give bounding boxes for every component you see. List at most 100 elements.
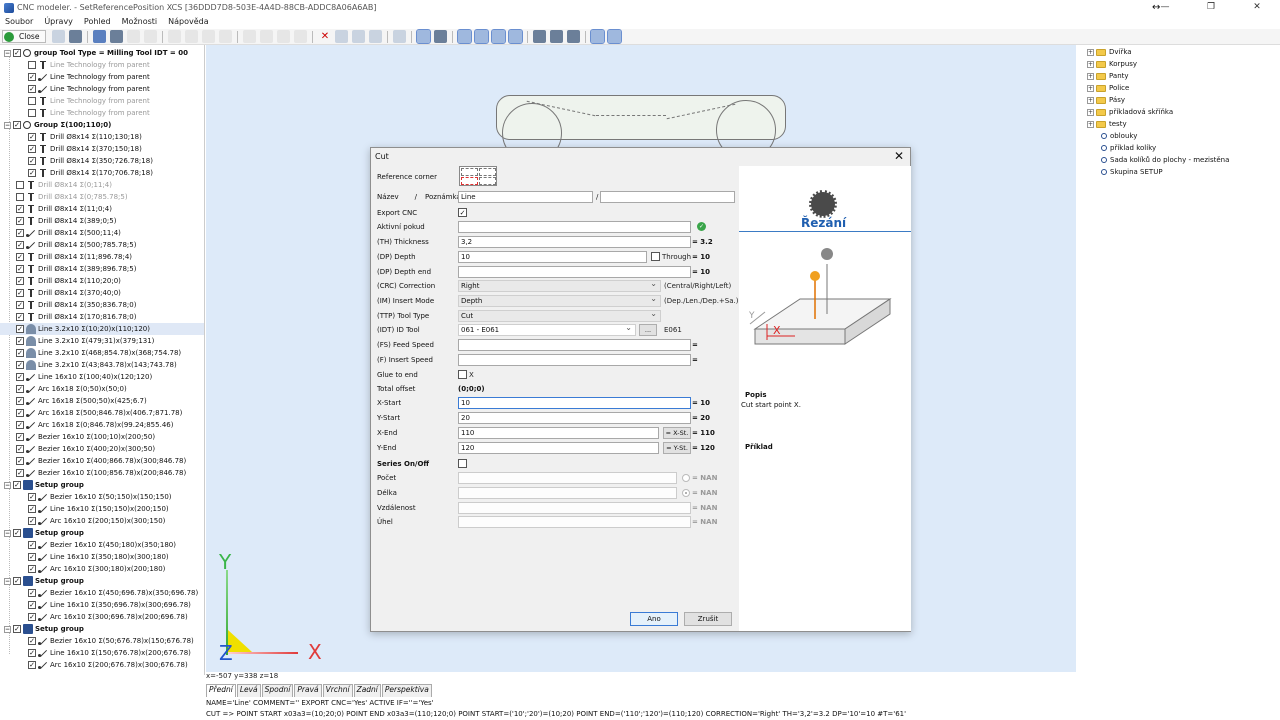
tree-item-checkbox[interactable] — [13, 625, 21, 633]
tab-predni[interactable]: Přední — [206, 684, 236, 697]
tree-item-checkbox[interactable] — [28, 517, 36, 525]
tree-item[interactable]: Arc 16x10 Σ(300;180)x(200;180) — [0, 563, 204, 575]
tree-item[interactable]: Drill Ø8x14 Σ(389;896.78;5) — [0, 263, 204, 275]
tree-item-checkbox[interactable] — [13, 121, 21, 129]
tree-item-checkbox[interactable] — [16, 325, 24, 333]
expand-collapse-icon[interactable]: − — [4, 577, 11, 585]
x-start-input[interactable]: 10 — [458, 397, 691, 409]
length-input[interactable] — [458, 487, 677, 499]
correction-select[interactable]: Right — [458, 279, 661, 292]
tree-item-checkbox[interactable] — [13, 529, 21, 537]
library-item[interactable]: Skupina SETUP — [1099, 166, 1163, 178]
depth-input[interactable]: 10 — [458, 251, 647, 263]
tree-item-checkbox[interactable] — [16, 373, 24, 381]
tab-spodni[interactable]: Spodní — [261, 684, 294, 697]
tree-item-checkbox[interactable] — [28, 145, 36, 153]
tree-item-checkbox[interactable] — [16, 385, 24, 393]
tree-group-node[interactable]: − Setup group — [0, 623, 204, 635]
tool-type-select[interactable]: Cut — [458, 309, 661, 322]
wireframe-view-icon[interactable] — [474, 29, 490, 44]
tree-item[interactable]: Drill Ø8x14 Σ(11;0;4) — [0, 203, 204, 215]
tree-item-checkbox[interactable] — [28, 553, 36, 561]
tab-leva[interactable]: Levá — [236, 684, 261, 697]
stop-icon[interactable] — [110, 30, 124, 43]
tree-item-checkbox[interactable] — [28, 661, 36, 669]
tree-item[interactable]: Line 3.2x10 Σ(468;854.78)x(368;754.78) — [0, 347, 204, 359]
count-input[interactable] — [458, 472, 677, 484]
expand-icon[interactable]: + — [1087, 72, 1094, 80]
tree-item-checkbox[interactable] — [28, 589, 36, 597]
line-tool-icon[interactable] — [185, 30, 199, 43]
expand-icon[interactable]: + — [1087, 120, 1094, 128]
tree-item[interactable]: Line 16x10 Σ(150;676.78)x(200;676.78) — [0, 647, 204, 659]
corner-quadrant[interactable] — [479, 177, 496, 185]
expand-icon[interactable]: + — [1087, 96, 1094, 104]
delete-icon[interactable]: ✕ — [318, 30, 331, 43]
expand-collapse-icon[interactable]: − — [4, 529, 11, 537]
tree-item-checkbox[interactable] — [28, 541, 36, 549]
tree-item[interactable]: Drill Ø8x14 Σ(110;20;0) — [0, 275, 204, 287]
tree-item[interactable]: Arc 16x18 Σ(500;846.78)x(406.7;871.78) — [0, 407, 204, 419]
tree-item-checkbox[interactable] — [16, 301, 24, 309]
tree-item[interactable]: Bezier 16x10 Σ(50;676.78)x(150;676.78) — [0, 635, 204, 647]
tree-item[interactable]: Arc 16x18 Σ(500;50)x(425;6.7) — [0, 395, 204, 407]
library-folder[interactable]: + Police — [1087, 82, 1129, 94]
tree-item[interactable]: Drill Ø8x14 Σ(110;130;18) — [0, 131, 204, 143]
tree-item[interactable]: Bezier 16x10 Σ(100;10)x(200;50) — [0, 431, 204, 443]
library-item[interactable]: Sada kolíků do plochy - mezistěna — [1099, 154, 1229, 166]
menu-napoveda[interactable]: Nápověda — [168, 17, 209, 26]
tree-item-checkbox[interactable] — [16, 361, 24, 369]
measure-icon[interactable] — [508, 29, 524, 44]
move-icon[interactable] — [369, 30, 383, 43]
tree-item-checkbox[interactable] — [16, 313, 24, 321]
series-checkbox[interactable] — [458, 459, 467, 468]
tree-item-checkbox[interactable] — [16, 217, 24, 225]
expand-collapse-icon[interactable]: − — [4, 49, 11, 57]
tree-item-checkbox[interactable] — [28, 565, 36, 573]
tree-item-checkbox[interactable] — [28, 601, 36, 609]
library-folder[interactable]: + Pásy — [1087, 94, 1125, 106]
tab-vrchni[interactable]: Vrchní — [322, 684, 353, 697]
library-item[interactable]: oblouky — [1099, 130, 1137, 142]
layers-icon[interactable] — [434, 30, 448, 43]
paste-icon[interactable] — [352, 30, 366, 43]
tree-group-node[interactable]: − Setup group — [0, 479, 204, 491]
tree-item[interactable]: Line 3.2x10 Σ(43;843.78)x(143;743.78) — [0, 359, 204, 371]
glue-to-end-checkbox[interactable] — [458, 370, 467, 379]
reference-corner-picker[interactable] — [459, 166, 497, 186]
cursor-icon[interactable] — [393, 30, 407, 43]
menu-pohled[interactable]: Pohled — [84, 17, 111, 26]
tree-item-checkbox[interactable] — [28, 169, 36, 177]
tab-prava[interactable]: Pravá — [294, 684, 322, 697]
tree-item[interactable]: Arc 16x10 Σ(300;696.78)x(200;696.78) — [0, 611, 204, 623]
minimize-button[interactable]: — — [1142, 0, 1188, 15]
library-folder[interactable]: + testy — [1087, 118, 1127, 130]
ok-button[interactable]: Ano — [630, 612, 678, 626]
tree-item-checkbox[interactable] — [16, 457, 24, 465]
tree-item-checkbox[interactable] — [16, 289, 24, 297]
setup-tool-icon[interactable] — [294, 30, 308, 43]
export-cnc-checkbox[interactable]: ✓ — [458, 208, 467, 217]
tab-zadni[interactable]: Zadní — [353, 684, 381, 697]
tree-item-checkbox[interactable] — [28, 73, 36, 81]
tree-item-checkbox[interactable] — [28, 505, 36, 513]
library-folder[interactable]: + Panty — [1087, 70, 1129, 82]
expand-icon[interactable]: + — [1087, 108, 1094, 116]
group-tool-icon[interactable] — [277, 30, 291, 43]
tree-item-checkbox[interactable] — [16, 409, 24, 417]
length-radio[interactable] — [682, 489, 690, 497]
note-input[interactable] — [600, 191, 735, 203]
tree-item-checkbox[interactable] — [28, 61, 36, 69]
tree-item[interactable]: Arc 16x10 Σ(200;150)x(300;150) — [0, 515, 204, 527]
corner-quadrant[interactable] — [479, 168, 496, 176]
id-tool-select[interactable]: 061 - E061 — [458, 323, 636, 336]
arc-tool-icon[interactable] — [202, 30, 216, 43]
tree-item-checkbox[interactable] — [28, 493, 36, 501]
tree-item-checkbox[interactable] — [13, 481, 21, 489]
insert-mode-select[interactable]: Depth — [458, 294, 661, 307]
tree-item[interactable]: Drill Ø8x14 Σ(389;0;5) — [0, 215, 204, 227]
tree-item[interactable]: Arc 16x18 Σ(0;846.78)x(99.24;855.46) — [0, 419, 204, 431]
redo-icon[interactable] — [144, 30, 158, 43]
restore-button[interactable]: ❐ — [1188, 0, 1234, 15]
insert-speed-input[interactable] — [458, 354, 691, 366]
